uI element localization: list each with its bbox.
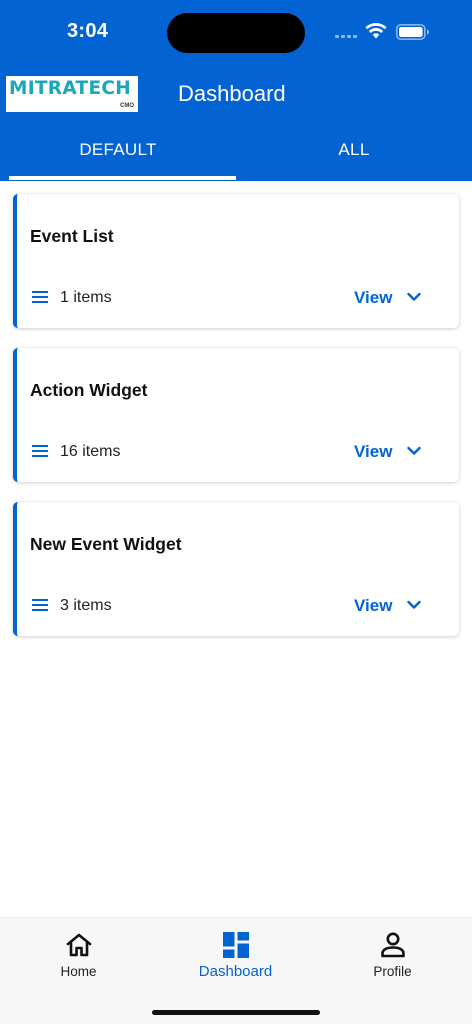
widget-footer: 1 items View	[17, 286, 459, 310]
widget-footer: 3 items View	[17, 594, 459, 618]
list-icon	[32, 599, 48, 612]
widget-title: Action Widget	[30, 380, 148, 400]
person-icon	[380, 932, 405, 958]
widget-card-action-widget[interactable]: Action Widget 16 items View	[13, 348, 459, 482]
view-button[interactable]: View	[354, 596, 392, 616]
view-button[interactable]: View	[354, 288, 392, 308]
chevron-down-icon[interactable]	[407, 600, 421, 610]
widget-item-count: 3 items	[60, 597, 112, 614]
widget-title: Event List	[30, 226, 114, 246]
logo-wordmark: MITRATECH	[9, 78, 132, 99]
dynamic-island	[167, 13, 305, 53]
page-title: Dashboard	[178, 81, 286, 106]
chevron-down-icon[interactable]	[407, 446, 421, 456]
nav-home[interactable]: Home	[0, 918, 157, 988]
bottom-nav: Home Dashboard Profile	[0, 917, 472, 1024]
status-bar: 3:04	[0, 0, 472, 64]
widget-item-count: 16 items	[60, 443, 121, 460]
widget-title: New Event Widget	[30, 534, 182, 554]
chevron-down-icon[interactable]	[407, 292, 421, 302]
logo-subtext: CMO	[120, 103, 134, 109]
nav-profile-label: Profile	[373, 964, 412, 979]
mitratech-logo: MITRATECH CMO	[6, 76, 138, 112]
app-bar: MITRATECH CMO Dashboard	[0, 70, 472, 120]
home-indicator[interactable]	[152, 1010, 320, 1015]
tab-indicator	[9, 176, 236, 180]
view-button[interactable]: View	[354, 442, 392, 462]
dashboard-icon	[222, 932, 249, 958]
nav-home-label: Home	[60, 964, 97, 979]
nav-profile[interactable]: Profile	[314, 918, 471, 988]
list-icon	[32, 445, 48, 458]
widget-item-count: 1 items	[60, 289, 112, 306]
header: 3:04 MITRATECH CMO Dashboard DEFAULT ALL	[0, 0, 472, 181]
tab-all[interactable]: ALL	[236, 128, 472, 181]
wifi-icon	[365, 23, 387, 39]
nav-dashboard-label: Dashboard	[198, 963, 273, 980]
tab-bar: DEFAULT ALL	[0, 128, 472, 181]
widget-card-new-event-widget[interactable]: New Event Widget 3 items View	[13, 502, 459, 636]
home-icon	[66, 933, 91, 957]
tab-default[interactable]: DEFAULT	[0, 128, 236, 181]
list-icon	[32, 291, 48, 304]
widget-card-event-list[interactable]: Event List 1 items View	[13, 194, 459, 328]
widget-footer: 16 items View	[17, 440, 459, 464]
nav-dashboard[interactable]: Dashboard	[157, 918, 314, 988]
battery-icon	[396, 24, 429, 40]
status-time: 3:04	[67, 20, 109, 42]
